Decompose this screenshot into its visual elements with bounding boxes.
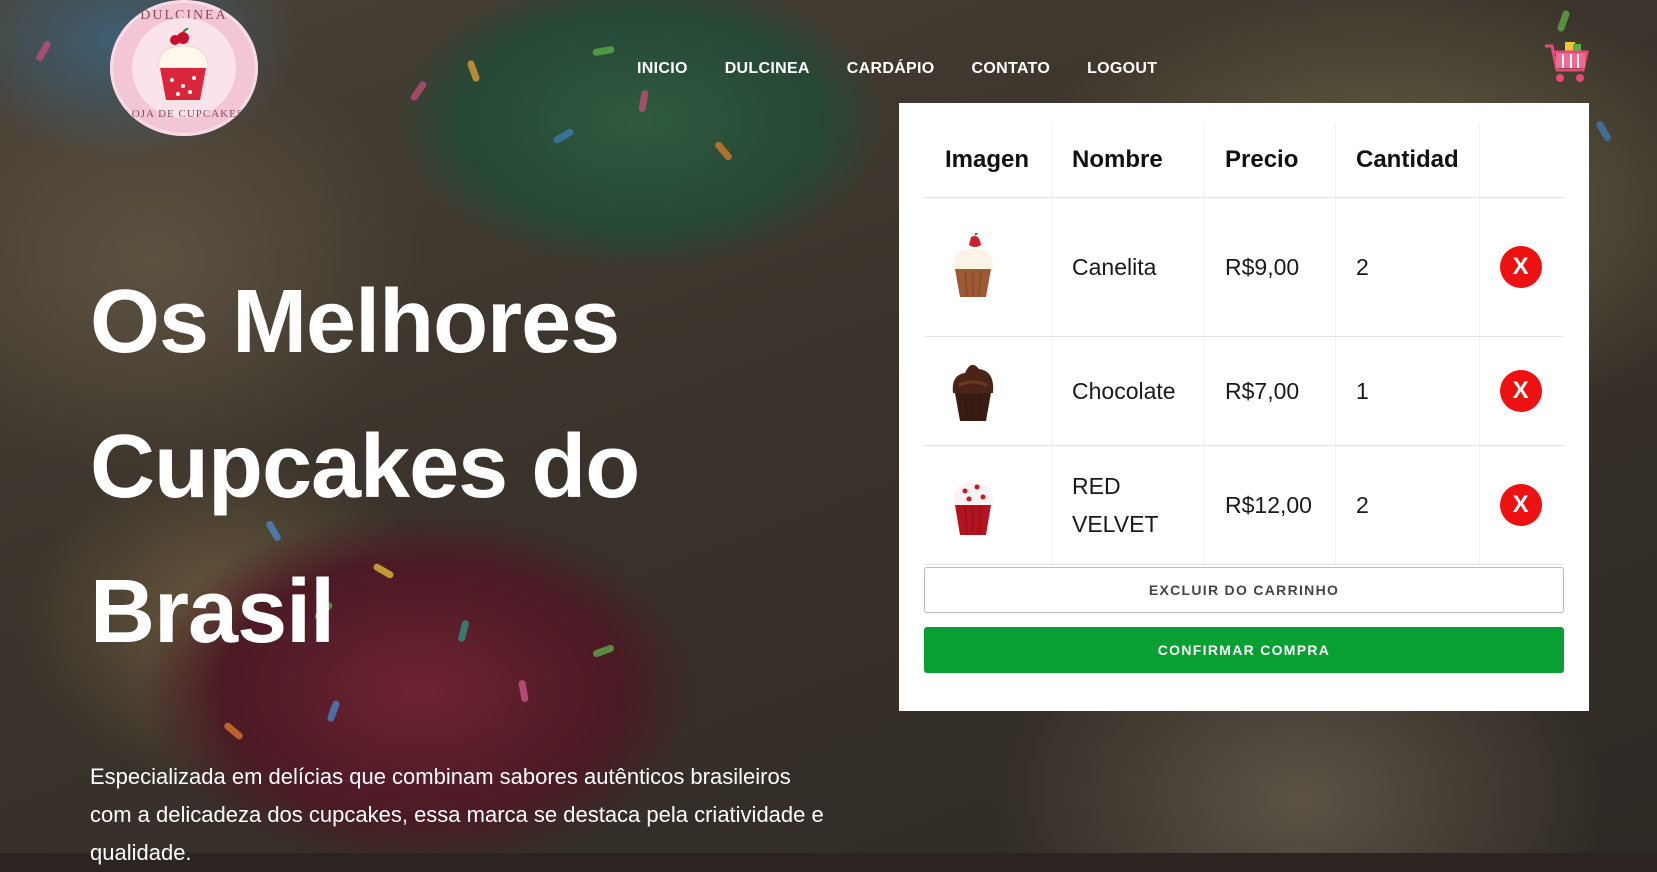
hero-title-line-2: Cupcakes do [90, 417, 640, 517]
cart-item-price: R$9,00 [1204, 197, 1336, 337]
nav-item-logout[interactable]: LOGOUT [1087, 60, 1157, 78]
nav-item-dulcinea[interactable]: DULCINEA [725, 60, 810, 78]
nav-item-contato[interactable]: CONTATO [972, 60, 1051, 78]
header-remove [1479, 123, 1563, 198]
cart-item-price: R$7,00 [1204, 336, 1336, 446]
cart-item-name: Chocolate [1051, 336, 1205, 446]
logo-bottom-text: LOJA DE CUPCAKES [124, 108, 244, 120]
cart-item-image [925, 197, 1052, 337]
clear-cart-button[interactable]: EXCLUIR DO CARRINHO [924, 567, 1564, 613]
hero-description: Especializada em delícias que combinam s… [90, 764, 824, 865]
confirm-purchase-button[interactable]: CONFIRMAR COMPRA [924, 627, 1564, 673]
header-quantity: Cantidad [1335, 123, 1480, 198]
cart-item-quantity: 2 [1335, 445, 1480, 565]
header-name: Nombre [1051, 123, 1205, 198]
cart-row: Chocolate R$7,00 1 X [925, 336, 1563, 446]
cart-table: Imagen Nombre Precio Cantidad Canelita R… [925, 123, 1563, 565]
cart-panel: Imagen Nombre Precio Cantidad Canelita R… [899, 103, 1589, 711]
nav-item-inicio[interactable]: INICIO [637, 60, 688, 78]
red-velvet-cupcake-icon [953, 482, 993, 535]
cupcake-logo-icon [157, 28, 209, 100]
cart-item-name: RED VELVET [1051, 445, 1205, 565]
hero-title: Os Melhores Cupcakes do Brasil [90, 250, 730, 685]
cart-item-remove-cell: X [1479, 445, 1563, 565]
nav-item-cardapio[interactable]: CARDÁPIO [847, 60, 935, 78]
cart-header-row: Imagen Nombre Precio Cantidad [925, 123, 1563, 198]
cart-item-price: R$12,00 [1204, 445, 1336, 565]
cart-item-quantity: 2 [1335, 197, 1480, 337]
remove-item-button[interactable]: X [1499, 370, 1542, 412]
chocolate-cupcake-icon [952, 364, 994, 421]
cart-item-remove-cell: X [1479, 336, 1563, 446]
hero-title-line-3: Brasil [90, 562, 335, 662]
brand-logo[interactable]: DULCINEA LOJA DE CUPCAKES [110, 0, 258, 136]
cart-item-remove-cell: X [1479, 197, 1563, 337]
cart-item-quantity: 1 [1335, 336, 1480, 446]
remove-item-button[interactable]: X [1499, 484, 1542, 526]
cart-item-image [925, 445, 1052, 565]
header-price: Precio [1204, 123, 1336, 198]
strawberry-cupcake-icon [953, 233, 993, 297]
remove-item-button[interactable]: X [1499, 246, 1542, 288]
main-nav: INICIO DULCINEA CARDÁPIO CONTATO LOGOUT [637, 60, 1194, 78]
hero-title-line-1: Os Melhores [90, 272, 620, 372]
header-image: Imagen [925, 123, 1052, 198]
shopping-cart-icon[interactable] [1543, 40, 1591, 86]
cart-item-name: Canelita [1051, 197, 1205, 337]
cart-row: RED VELVET R$12,00 2 X [925, 445, 1563, 565]
cart-row: Canelita R$9,00 2 X [925, 197, 1563, 337]
cart-item-image [925, 336, 1052, 446]
